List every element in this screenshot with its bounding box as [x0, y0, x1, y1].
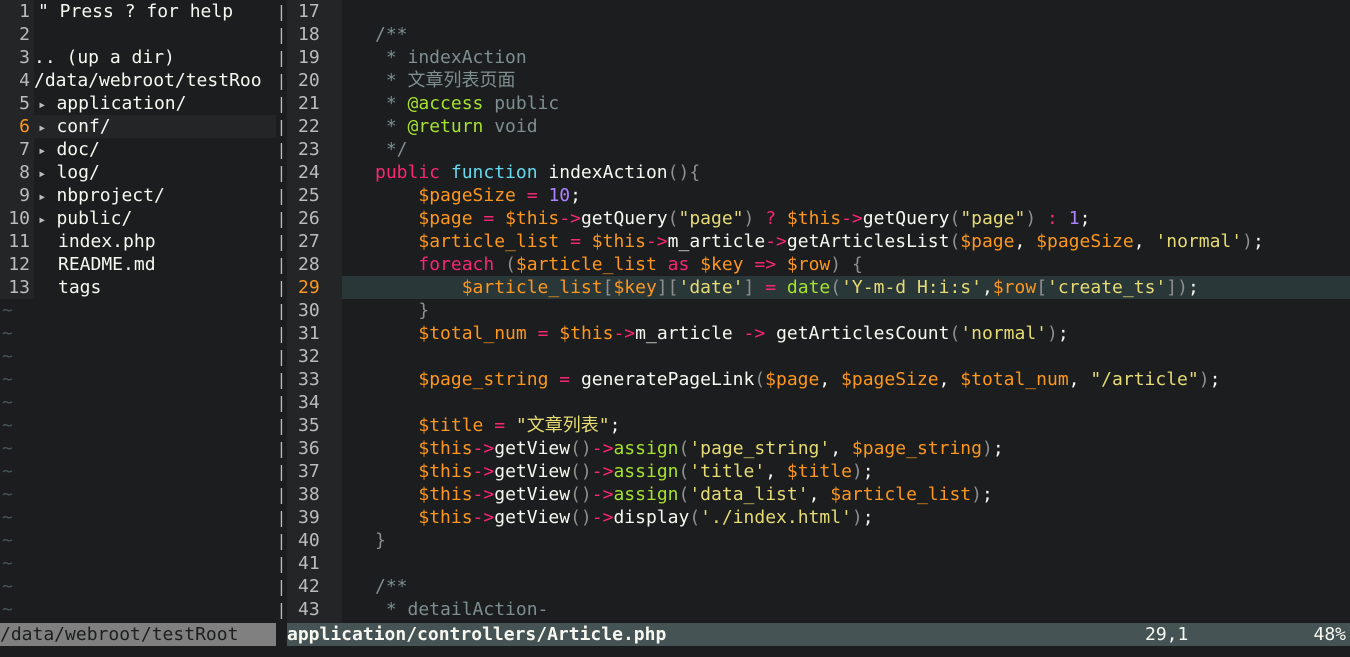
- code-line[interactable]: 30 }: [287, 299, 1350, 322]
- tree-item-readme[interactable]: 12 README.md: [0, 253, 276, 276]
- tree-empty-tilde: ~: [2, 599, 13, 620]
- split-bar-segment: |: [276, 416, 287, 435]
- split-bar-segment: |: [276, 485, 287, 504]
- split-bar-segment: |: [276, 554, 287, 573]
- code-line[interactable]: 35 $title = "文章列表";: [287, 414, 1350, 437]
- command-line[interactable]: [0, 646, 1350, 657]
- code-line[interactable]: 34: [287, 391, 1350, 414]
- split-bar-segment: |: [276, 370, 287, 389]
- editor-status-line: application/controllers/Article.php 29,1 4…: [287, 623, 1350, 646]
- split-bar-segment: |: [276, 577, 287, 596]
- tree-empty-tilde: ~: [2, 438, 13, 459]
- code-line[interactable]: 23 */: [287, 138, 1350, 161]
- split-bar-segment: |: [276, 439, 287, 458]
- split-bar-segment: |: [276, 508, 287, 527]
- split-bar-segment: |: [276, 278, 287, 297]
- tree-empty-tilde: ~: [2, 300, 13, 321]
- tree-item-nbproject[interactable]: 9 ▸ nbproject/: [0, 184, 276, 207]
- split-bar-segment: |: [276, 48, 287, 67]
- code-line[interactable]: 26 $page = $this->getQuery("page") ? $th…: [287, 207, 1350, 230]
- tree-item-public[interactable]: 10 ▸ public/: [0, 207, 276, 230]
- code-line[interactable]: 32: [287, 345, 1350, 368]
- tree-empty-tilde: ~: [2, 530, 13, 551]
- split-bar-segment: |: [276, 301, 287, 320]
- split-bar-segment: |: [276, 462, 287, 481]
- code-line[interactable]: 18/**: [287, 23, 1350, 46]
- code-line[interactable]: 38 $this->getView()->assign('data_list',…: [287, 483, 1350, 506]
- tree-empty-tilde: ~: [2, 553, 13, 574]
- tree-help-line: 1 " Press ? for help: [0, 0, 276, 23]
- code-line[interactable]: 24 public function indexAction(){: [287, 161, 1350, 184]
- split-bar-segment: |: [276, 2, 287, 21]
- tree-root-path[interactable]: 4/data/webroot/testRoo: [0, 69, 276, 92]
- split-bar-segment: |: [276, 393, 287, 412]
- code-line[interactable]: 43 * detailAction-: [287, 598, 1350, 621]
- code-line[interactable]: 36 $this->getView()->assign('page_string…: [287, 437, 1350, 460]
- tree-updir[interactable]: 3.. (up a dir): [0, 46, 276, 69]
- vim-window: 1 " Press ? for help 2 3.. (up a dir) 4/d…: [0, 0, 1350, 657]
- status-separator: [276, 623, 287, 646]
- code-line[interactable]: 19 * indexAction: [287, 46, 1350, 69]
- tree-item-tags[interactable]: 13 tags: [0, 276, 276, 299]
- code-line[interactable]: 31 $total_num = $this->m_article -> getA…: [287, 322, 1350, 345]
- tree-empty-tilde: ~: [2, 484, 13, 505]
- split-bar-segment: |: [276, 232, 287, 251]
- split-bar-segment: |: [276, 117, 287, 136]
- tree-empty-tilde: ~: [2, 461, 13, 482]
- code-line[interactable]: 42/**: [287, 575, 1350, 598]
- tree-item-conf[interactable]: 6 ▸ conf/: [0, 115, 276, 138]
- tree-empty-tilde: ~: [2, 346, 13, 367]
- code-line[interactable]: 25 $pageSize = 10;: [287, 184, 1350, 207]
- code-line[interactable]: 22 * @return void: [287, 115, 1350, 138]
- window-split-bar[interactable]: | | | | | | | | | | | | | | | | | | | | | | | | | | |: [276, 0, 287, 623]
- folder-collapsed-icon: ▸: [38, 166, 47, 182]
- split-bar-segment: |: [276, 347, 287, 366]
- folder-collapsed-icon: ▸: [38, 189, 47, 205]
- code-line[interactable]: 27 $article_list = $this->m_article->get…: [287, 230, 1350, 253]
- split-bar-segment: |: [276, 186, 287, 205]
- split-bar-segment: |: [276, 163, 287, 182]
- tree-empty-tilde: ~: [2, 507, 13, 528]
- tree-empty-tilde: ~: [2, 323, 13, 344]
- folder-collapsed-icon: ▸: [38, 120, 47, 136]
- code-editor-pane[interactable]: 17 18/** 19 * indexAction 20 * 文章列表页面 21…: [287, 0, 1350, 623]
- code-line[interactable]: 20 * 文章列表页面: [287, 69, 1350, 92]
- code-line[interactable]: 28 foreach ($article_list as $key => $ro…: [287, 253, 1350, 276]
- folder-collapsed-icon: ▸: [38, 97, 47, 113]
- tree-empty-tilde: ~: [2, 576, 13, 597]
- split-bar-segment: |: [276, 25, 287, 44]
- split-bar-segment: |: [276, 531, 287, 550]
- tree-empty-tilde: ~: [2, 369, 13, 390]
- code-line[interactable]: 17: [287, 0, 1350, 23]
- split-bar-segment: |: [276, 324, 287, 343]
- scroll-percent: 48%: [1313, 624, 1346, 645]
- code-line[interactable]: 37 $this->getView()->assign('title', $ti…: [287, 460, 1350, 483]
- file-tree-pane[interactable]: 1 " Press ? for help 2 3.. (up a dir) 4/d…: [0, 0, 276, 623]
- split-bar-segment: |: [276, 71, 287, 90]
- code-line[interactable]: 21 * @access public: [287, 92, 1350, 115]
- split-bar-segment: |: [276, 94, 287, 113]
- tree-blank-line: 2: [0, 23, 276, 46]
- tree-item-log[interactable]: 8 ▸ log/: [0, 161, 276, 184]
- split-bar-segment: |: [276, 140, 287, 159]
- tree-item-application[interactable]: 5 ▸ application/: [0, 92, 276, 115]
- tree-empty-tilde: ~: [2, 392, 13, 413]
- status-file-path: application/controllers/Article.php: [287, 624, 667, 645]
- cursor-position: 29,1: [1145, 624, 1189, 645]
- tree-item-doc[interactable]: 7 ▸ doc/: [0, 138, 276, 161]
- code-line[interactable]: 39 $this->getView()->display('./index.ht…: [287, 506, 1350, 529]
- folder-collapsed-icon: ▸: [38, 212, 47, 228]
- tree-status-line: /data/webroot/testRoot: [0, 623, 276, 646]
- split-bar-segment: |: [276, 255, 287, 274]
- split-bar-segment: |: [276, 600, 287, 619]
- tree-item-index-php[interactable]: 11 index.php: [0, 230, 276, 253]
- code-line[interactable]: 41: [287, 552, 1350, 575]
- split-bar-segment: |: [276, 209, 287, 228]
- code-line[interactable]: 33 $page_string = generatePageLink($page…: [287, 368, 1350, 391]
- folder-collapsed-icon: ▸: [38, 143, 47, 159]
- tree-empty-tilde: ~: [2, 415, 13, 436]
- code-line[interactable]: 40}: [287, 529, 1350, 552]
- code-line-current[interactable]: 29 $article_list[$key]['date'] = date('Y…: [287, 276, 1350, 299]
